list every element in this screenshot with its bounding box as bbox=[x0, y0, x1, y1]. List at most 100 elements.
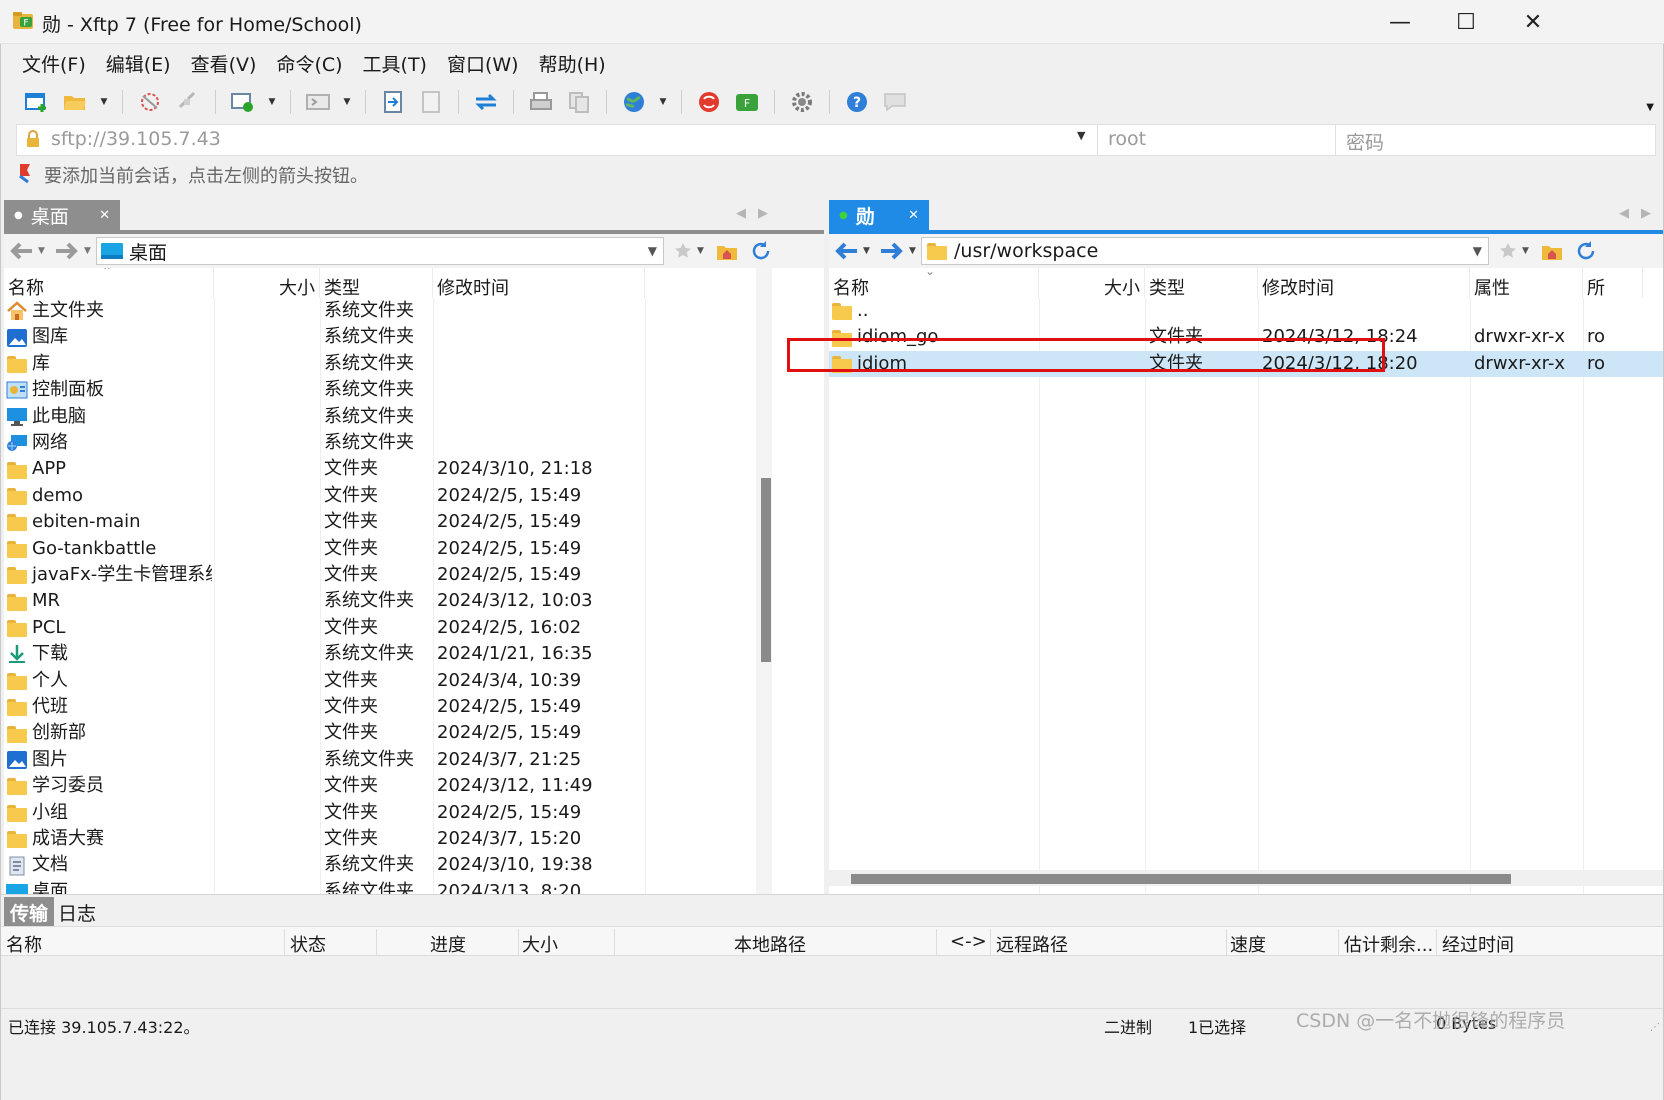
favorite-dropdown-icon[interactable]: ▼ bbox=[697, 238, 704, 264]
open-dropdown-arrow[interactable]: ▼ bbox=[98, 97, 110, 107]
forward-dropdown-icon[interactable]: ▼ bbox=[84, 246, 91, 256]
table-row[interactable]: .. bbox=[829, 298, 1664, 324]
transfer-col-name[interactable]: 名称 bbox=[6, 931, 42, 957]
settings-button[interactable] bbox=[787, 87, 817, 117]
globe-button[interactable] bbox=[619, 87, 649, 117]
path-dropdown-icon[interactable]: ▼ bbox=[648, 244, 657, 258]
menu-command[interactable]: 命令(C) bbox=[264, 48, 350, 78]
forward-button[interactable]: ▼ bbox=[879, 238, 916, 264]
menu-edit[interactable]: 编辑(E) bbox=[94, 48, 179, 78]
local-scroll-thumb[interactable] bbox=[761, 478, 771, 662]
table-row[interactable]: 文档 系统文件夹 2024/3/10, 19:38 bbox=[4, 852, 756, 878]
maximize-button[interactable]: ☐ bbox=[1431, 0, 1501, 44]
transfer-col-eta[interactable]: 估计剩余... bbox=[1344, 931, 1433, 957]
table-row[interactable]: 主文件夹 系统文件夹 bbox=[4, 298, 756, 324]
tab-local-desktop[interactable]: ● 桌面 ✕ bbox=[4, 200, 120, 230]
back-dropdown-icon[interactable]: ▼ bbox=[38, 246, 45, 256]
forward-dropdown-icon[interactable]: ▼ bbox=[909, 246, 916, 256]
transfer-col-remote-path[interactable]: 远程路径 bbox=[996, 931, 1068, 957]
new-window-button[interactable] bbox=[228, 87, 258, 117]
table-row[interactable]: MR 系统文件夹 2024/3/12, 10:03 bbox=[4, 588, 756, 614]
column-modified[interactable]: 修改时间 bbox=[1258, 268, 1470, 299]
menu-file[interactable]: 文件(F) bbox=[10, 48, 94, 78]
column-attributes[interactable]: 属性 bbox=[1470, 268, 1583, 299]
table-row[interactable]: ebiten-main 文件夹 2024/2/5, 15:49 bbox=[4, 509, 756, 535]
sync-button[interactable] bbox=[471, 87, 501, 117]
table-row[interactable]: 库 系统文件夹 bbox=[4, 351, 756, 377]
help-button[interactable]: ? bbox=[842, 87, 872, 117]
table-row[interactable]: 小组 文件夹 2024/2/5, 15:49 bbox=[4, 800, 756, 826]
transfer-col-speed[interactable]: 速度 bbox=[1230, 931, 1266, 957]
favorite-star-icon[interactable] bbox=[1499, 238, 1517, 264]
table-row[interactable]: 成语大赛 文件夹 2024/3/7, 15:20 bbox=[4, 826, 756, 852]
path-dropdown-icon[interactable]: ▼ bbox=[1473, 244, 1482, 258]
transfer-col-local-path[interactable]: 本地路径 bbox=[734, 931, 806, 957]
back-dropdown-icon[interactable]: ▼ bbox=[863, 246, 870, 256]
tab-scroll-arrows-icon[interactable]: ◀▶ bbox=[1619, 206, 1663, 221]
transfer-col-status[interactable]: 状态 bbox=[290, 931, 326, 957]
transfer-col-progress[interactable]: 进度 bbox=[430, 931, 466, 957]
table-row[interactable]: 图库 系统文件夹 bbox=[4, 324, 756, 350]
xftp-button[interactable]: F bbox=[732, 87, 762, 117]
column-type[interactable]: 类型 bbox=[1145, 268, 1258, 299]
back-button[interactable]: ▼ bbox=[833, 238, 870, 264]
terminal-dropdown-arrow[interactable]: ▼ bbox=[341, 97, 353, 107]
menu-window[interactable]: 窗口(W) bbox=[435, 48, 527, 78]
table-row[interactable]: 代班 文件夹 2024/2/5, 15:49 bbox=[4, 694, 756, 720]
tab-close-icon[interactable]: ✕ bbox=[908, 208, 919, 223]
table-row[interactable]: PCL 文件夹 2024/2/5, 16:02 bbox=[4, 615, 756, 641]
table-row[interactable]: APP 文件夹 2024/3/10, 21:18 bbox=[4, 456, 756, 482]
open-button[interactable] bbox=[60, 87, 90, 117]
favorite-star-icon[interactable] bbox=[674, 238, 692, 264]
refresh-icon[interactable] bbox=[750, 238, 772, 264]
table-row[interactable]: 创新部 文件夹 2024/2/5, 15:49 bbox=[4, 720, 756, 746]
copy-button[interactable] bbox=[564, 87, 594, 117]
table-row[interactable]: 图片 系统文件夹 2024/3/7, 21:25 bbox=[4, 747, 756, 773]
column-type[interactable]: 类型 bbox=[320, 268, 433, 299]
terminal-button[interactable] bbox=[303, 87, 333, 117]
address-dropdown-icon[interactable]: ▼ bbox=[1077, 129, 1085, 142]
menu-view[interactable]: 查看(V) bbox=[179, 48, 265, 78]
table-row[interactable]: 控制面板 系统文件夹 bbox=[4, 377, 756, 403]
new-session-button[interactable] bbox=[22, 87, 52, 117]
new-window-dropdown-arrow[interactable]: ▼ bbox=[266, 97, 278, 107]
remote-scroll-thumb[interactable] bbox=[851, 874, 1511, 884]
home-folder-icon[interactable] bbox=[1541, 238, 1563, 264]
toolbar-overflow-icon[interactable]: ▼ bbox=[1646, 102, 1654, 113]
download-button[interactable] bbox=[416, 87, 446, 117]
address-input[interactable]: sftp://39.105.7.43 bbox=[51, 128, 221, 150]
tab-transfer[interactable]: 传输 bbox=[4, 897, 55, 927]
username-field[interactable]: root bbox=[1097, 125, 1335, 155]
menu-help[interactable]: 帮助(H) bbox=[527, 48, 614, 78]
transfer-col-elapsed[interactable]: 经过时间 bbox=[1442, 931, 1514, 957]
local-path-combo[interactable]: 桌面 ▼ bbox=[96, 237, 664, 265]
disconnect-button[interactable] bbox=[135, 87, 165, 117]
refresh-icon[interactable] bbox=[1575, 238, 1597, 264]
menu-tools[interactable]: 工具(T) bbox=[351, 48, 435, 78]
table-row[interactable]: demo 文件夹 2024/2/5, 15:49 bbox=[4, 483, 756, 509]
table-row[interactable]: 下载 系统文件夹 2024/1/21, 16:35 bbox=[4, 641, 756, 667]
column-modified[interactable]: 修改时间 bbox=[433, 268, 645, 299]
xshell-button[interactable] bbox=[694, 87, 724, 117]
transfer-col-direction[interactable]: <-> bbox=[950, 931, 987, 952]
bookmark-arrow-icon[interactable] bbox=[16, 162, 36, 189]
tab-remote-session[interactable]: ● 勋 ✕ bbox=[829, 200, 929, 230]
tab-scroll-arrows-icon[interactable]: ◀▶ bbox=[736, 206, 780, 221]
column-size[interactable]: 大小 bbox=[1039, 268, 1145, 299]
table-row[interactable]: Go-tankbattle 文件夹 2024/2/5, 15:49 bbox=[4, 536, 756, 562]
tab-log[interactable]: 日志 bbox=[52, 897, 102, 927]
table-row[interactable]: 学习委员 文件夹 2024/3/12, 11:49 bbox=[4, 773, 756, 799]
table-row[interactable]: 个人 文件夹 2024/3/4, 10:39 bbox=[4, 668, 756, 694]
table-row[interactable]: 此电脑 系统文件夹 bbox=[4, 404, 756, 430]
print-button[interactable] bbox=[526, 87, 556, 117]
home-folder-icon[interactable] bbox=[716, 238, 738, 264]
upload-button[interactable] bbox=[378, 87, 408, 117]
transfer-mode[interactable]: 二进制 bbox=[1104, 1014, 1152, 1038]
resize-grip-icon[interactable]: ⋰ bbox=[1650, 1022, 1660, 1033]
table-row[interactable]: 网络 系统文件夹 bbox=[4, 430, 756, 456]
comment-button[interactable] bbox=[880, 87, 910, 117]
column-owner[interactable]: 所 bbox=[1583, 268, 1643, 299]
column-size[interactable]: 大小 bbox=[214, 268, 320, 299]
remote-path-combo[interactable]: /usr/workspace ▼ bbox=[921, 237, 1489, 265]
password-field[interactable]: 密码 bbox=[1335, 125, 1655, 155]
